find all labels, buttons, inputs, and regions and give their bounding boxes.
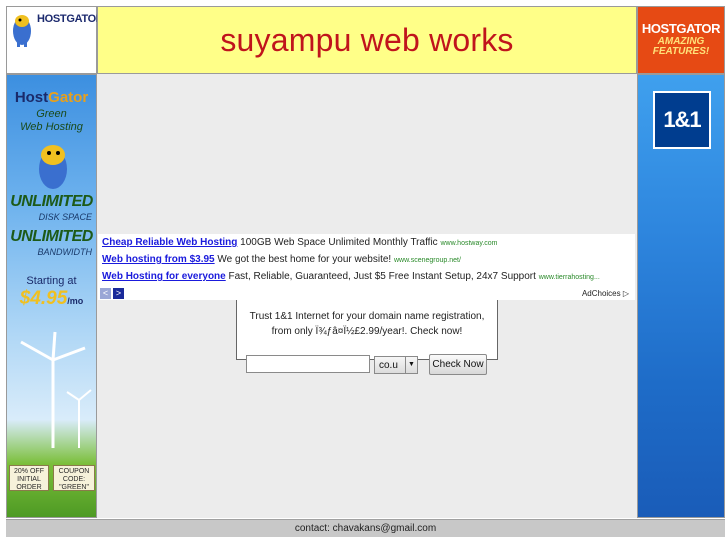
text-ad-3: Web Hosting for everyone Fast, Reliable,… (102, 271, 600, 282)
page: HOSTGATOR suyampu web works HOSTGATOR AM… (0, 0, 727, 545)
green-label: Green (36, 108, 67, 120)
text-ad-3-link[interactable]: Web Hosting for everyone (102, 271, 226, 282)
text-ad-1-desc: 100GB Web Space Unlimited Monthly Traffi… (240, 237, 438, 248)
main-content: Cheap Reliable Web Hosting 100GB Web Spa… (97, 74, 637, 518)
ad-next-button[interactable]: > (113, 288, 124, 299)
oneandone-skyscraper-ad[interactable]: 1&1 (637, 74, 725, 518)
ad-prev-button[interactable]: < (100, 288, 111, 299)
header-banner: suyampu web works (97, 6, 637, 74)
text-ad-3-url[interactable]: www.tierrahosting... (539, 274, 600, 281)
ad-nav: < > (100, 288, 124, 299)
unlimited-disk-label: UNLIMITED (10, 193, 93, 210)
tld-select[interactable]: co.u ▼ (374, 356, 418, 374)
text-ad-2-url[interactable]: www.scenegroup.net/ (394, 257, 461, 264)
text-ad-1-link[interactable]: Cheap Reliable Web Hosting (102, 237, 237, 248)
bandwidth-label: BANDWIDTH (37, 247, 93, 257)
green-hosting-text: Green Web Hosting (7, 108, 96, 134)
text-ad-2-link[interactable]: Web hosting from $3.95 (102, 254, 215, 265)
amazing-features-text: AMAZING FEATURES! (652, 36, 710, 57)
chevron-down-icon: ▼ (405, 357, 417, 373)
hostgator-logo-text: HOSTGATOR (37, 13, 104, 25)
domain-promo-text: Trust 1&1 Internet for your domain name … (237, 309, 497, 339)
starting-at-label: Starting at (26, 275, 77, 287)
web-hosting-label: Web Hosting (20, 121, 83, 133)
text-ads-block: Cheap Reliable Web Hosting 100GB Web Spa… (98, 234, 635, 300)
check-now-button[interactable]: Check Now (429, 354, 487, 375)
text-ad-2-desc: We got the best home for your website! (217, 254, 392, 265)
price-value: $4.95 (19, 288, 68, 309)
domain-search-box: Trust 1&1 Internet for your domain name … (236, 300, 498, 360)
text-ad-1: Cheap Reliable Web Hosting 100GB Web Spa… (102, 237, 498, 248)
domain-promo-line1: Trust 1&1 Internet for your domain name … (249, 311, 485, 322)
adchoices-link[interactable]: AdChoices ▷ (582, 289, 629, 298)
oneandone-logo-text: 1&1 (663, 107, 701, 132)
contact-email[interactable]: contact: chavakans@gmail.com (295, 523, 436, 534)
hostgator-skyscraper-ad[interactable]: HostGator Green Web Hosting UNLIMITED DI… (6, 74, 97, 518)
price-label: $4.95/mo (7, 288, 96, 310)
text-ad-1-url[interactable]: www.hostway.com (440, 240, 497, 247)
domain-search-input[interactable] (246, 355, 370, 373)
hostgator-logo-ad[interactable]: HOSTGATOR (6, 6, 104, 74)
hostgator-amazing-features-ad[interactable]: HOSTGATOR AMAZING FEATURES! (637, 6, 725, 74)
price-unit: /mo (67, 296, 84, 306)
domain-promo-line2: from only Ï¾ƒâ¤Ï½£2.99/year!. Check now! (271, 326, 463, 337)
hostgator-ad-brand: HostGator (7, 89, 96, 106)
hostgator-brand-text: HOSTGATOR (641, 21, 721, 36)
unlimited-bandwidth-label: UNLIMITED (10, 228, 93, 245)
oneandone-logo: 1&1 (653, 91, 711, 149)
site-title: suyampu web works (220, 21, 514, 58)
text-ad-2: Web hosting from $3.95 We got the best h… (102, 254, 461, 265)
tld-select-value: co.u (379, 360, 398, 371)
coupon-code: COUPON CODE: "GREEN" (53, 465, 95, 491)
footer: contact: chavakans@gmail.com (6, 519, 725, 537)
gator-mascot-icon (39, 145, 67, 189)
brand-host: Host (14, 89, 49, 106)
brand-gator: Gator (48, 89, 89, 106)
disk-space-label: DISK SPACE (38, 212, 92, 222)
wind-turbine-icon (20, 331, 92, 448)
text-ad-3-desc: Fast, Reliable, Guaranteed, Just $5 Free… (228, 271, 536, 282)
coupon-discount: 20% OFF INITIAL ORDER (9, 465, 49, 491)
